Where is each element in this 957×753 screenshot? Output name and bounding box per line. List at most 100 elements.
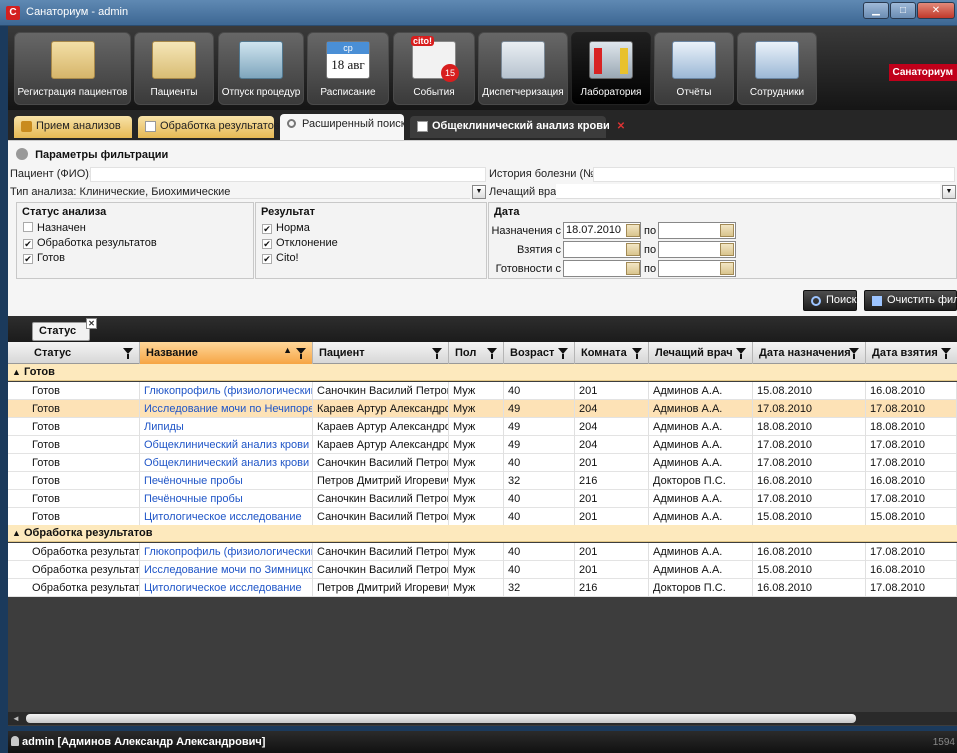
toolbar-patients-button[interactable]: Пациенты — [134, 32, 214, 105]
group-row-processing[interactable]: ▲ Обработка результатов — [8, 525, 957, 542]
grid-header: Статус Название ▲ Пациент Пол Возраст Ком… — [8, 342, 957, 364]
calendar-icon[interactable] — [626, 224, 640, 237]
close-tab-icon[interactable]: ✕ — [617, 121, 625, 132]
analysis-link[interactable]: Глюкопрофиль (физиологический тест) — [140, 382, 313, 400]
filter-funnel-icon[interactable] — [558, 348, 568, 359]
table-cell: Саночкин Василий Петрович — [313, 490, 449, 508]
collapse-arrow-icon[interactable]: ▲ — [12, 528, 24, 538]
filter-panel: Параметры фильтрации Пациент (ФИО): Исто… — [8, 140, 957, 316]
table-cell: Муж — [449, 579, 504, 597]
chevron-down-icon[interactable]: ▼ — [472, 185, 486, 199]
status-assigned-checkbox[interactable]: Назначен — [23, 222, 86, 234]
horizontal-scrollbar[interactable]: ◄ — [8, 712, 957, 725]
toolbar-procedures-button[interactable]: Отпуск процедур — [218, 32, 304, 105]
date-filter-group: Дата Назначения с 18.07.2010 по Взятия с… — [488, 202, 957, 279]
toolbar-events-button[interactable]: cito! 15 События — [393, 32, 475, 105]
tab-result-processing[interactable]: Обработка результатов — [138, 116, 280, 138]
result-deviation-checkbox[interactable]: ✔ Отклонение — [262, 237, 338, 249]
filter-funnel-icon[interactable] — [849, 348, 859, 359]
filter-funnel-icon[interactable] — [123, 348, 133, 359]
collapse-arrow-icon[interactable]: ▲ — [12, 367, 24, 377]
status-processing-checkbox[interactable]: ✔ Обработка результатов — [23, 237, 157, 249]
column-header-doctor[interactable]: Лечащий врач — [649, 342, 753, 364]
table-row[interactable]: Готов Печёночные пробы Петров Дмитрий Игор… — [8, 472, 957, 490]
calendar-icon[interactable] — [626, 262, 640, 275]
toolbar-reports-button[interactable]: Отчёты — [654, 32, 734, 105]
filter-funnel-icon[interactable] — [941, 348, 951, 359]
minimize-icon[interactable]: ▁ — [863, 2, 889, 19]
tab-blood-analysis[interactable]: Общеклинический анализ крови ✕ — [410, 116, 625, 138]
search-button[interactable]: Поиск — [803, 290, 857, 311]
table-cell: 15.08.2010 — [753, 508, 866, 526]
analysis-link[interactable]: Печёночные пробы — [140, 472, 313, 490]
calendar-icon[interactable] — [720, 224, 734, 237]
patient-input[interactable] — [90, 167, 486, 182]
status-ready-checkbox[interactable]: ✔ Готов — [23, 252, 65, 264]
analysis-link[interactable]: Липиды — [140, 418, 313, 436]
history-input[interactable] — [593, 167, 955, 182]
analysis-link[interactable]: Печёночные пробы — [140, 490, 313, 508]
calendar-icon[interactable] — [720, 262, 734, 275]
result-cito-checkbox[interactable]: ✔ Cito! — [262, 252, 299, 264]
close-icon[interactable]: ✕ — [917, 2, 955, 19]
table-cell: 216 — [575, 579, 649, 597]
toolbar-staff-button[interactable]: Сотрудники — [737, 32, 817, 105]
filter-funnel-icon[interactable] — [432, 348, 442, 359]
group-by-status-tag[interactable]: Статус ✕ — [32, 318, 97, 341]
column-header-name[interactable]: Название ▲ — [140, 342, 313, 364]
column-header-status[interactable]: Статус — [28, 342, 140, 364]
doctor-label: Лечащий врач: — [489, 186, 565, 198]
maximize-icon[interactable]: □ — [890, 2, 916, 19]
clear-filter-button[interactable]: Очистить фильтр — [864, 290, 957, 311]
toolbar-laboratory-button[interactable]: Лаборатория — [571, 32, 651, 105]
analysis-type-select[interactable] — [70, 184, 470, 199]
table-row[interactable]: Готов Исследование мочи по Нечипоренко Кар… — [8, 400, 957, 418]
table-row[interactable]: Обработка результатов Глюкопрофиль (физио… — [8, 543, 957, 561]
analysis-link[interactable]: Общеклинический анализ крови — [140, 454, 313, 472]
filter-funnel-icon[interactable] — [632, 348, 642, 359]
table-row[interactable]: ГотовГлюкопрофиль (физиологический тест)… — [8, 382, 957, 400]
group-row-ready[interactable]: ▲ Готов — [8, 364, 957, 381]
tab-sample-reception[interactable]: Прием анализов — [14, 116, 132, 138]
column-header-taken-date[interactable]: Дата взятия — [866, 342, 957, 364]
analysis-link[interactable]: Исследование мочи по Нечипоренко — [140, 400, 313, 418]
analysis-link[interactable]: Цитологическое исследование — [140, 508, 313, 526]
analysis-link[interactable]: Исследование мочи по Зимницкому — [140, 561, 313, 579]
procedures-icon — [239, 41, 283, 79]
analysis-link[interactable]: Глюкопрофиль (физиологический тест) — [140, 543, 313, 561]
calendar-icon[interactable] — [720, 243, 734, 256]
tab-advanced-search[interactable]: Расширенный поиск — [280, 114, 406, 140]
column-header-patient[interactable]: Пациент — [313, 342, 449, 364]
calendar-icon[interactable] — [626, 243, 640, 256]
table-row[interactable]: Обработка результатов Исследование мочи п… — [8, 561, 957, 579]
column-header-assigned-date[interactable]: Дата назначения — [753, 342, 866, 364]
result-normal-checkbox[interactable]: ✔ Норма — [262, 222, 310, 234]
toolbar-schedule-button[interactable]: ср 18 авг Расписание — [307, 32, 389, 105]
scroll-left-icon[interactable]: ◄ — [12, 714, 20, 723]
column-header-room[interactable]: Комната — [575, 342, 649, 364]
table-row[interactable]: Готов Цитологическое исследование Саночкин… — [8, 508, 957, 526]
table-cell: Готов — [28, 436, 140, 454]
filter-funnel-icon[interactable] — [487, 348, 497, 359]
scrollbar-thumb[interactable] — [26, 714, 856, 723]
filter-panel-header[interactable]: Параметры фильтрации — [16, 148, 168, 161]
filter-funnel-icon[interactable] — [296, 348, 306, 359]
chevron-down-icon[interactable]: ▼ — [942, 185, 956, 199]
analysis-link[interactable]: Общеклинический анализ крови — [140, 436, 313, 454]
toolbar-dispatch-button[interactable]: Диспетчеризация — [478, 32, 568, 105]
analysis-link[interactable]: Цитологическое исследование — [140, 579, 313, 597]
table-row[interactable]: Готов Общеклинический анализ крови Саночки… — [8, 454, 957, 472]
table-row[interactable]: Обработка результатов Цитологическое иссл… — [8, 579, 957, 597]
filter-funnel-icon[interactable] — [736, 348, 746, 359]
column-header-age[interactable]: Возраст — [504, 342, 575, 364]
table-row[interactable]: Готов Печёночные пробы Саночкин Василий Пе… — [8, 490, 957, 508]
result-filter-group: Результат ✔ Норма ✔ Отклонение ✔ Cito! — [255, 202, 487, 279]
toolbar-registration-button[interactable]: Регистрация пациентов — [14, 32, 131, 105]
table-row[interactable]: Готов Общеклинический анализ крови Караев … — [8, 436, 957, 454]
calendar-icon: ср 18 авг — [326, 41, 370, 79]
doctor-select[interactable] — [556, 184, 940, 199]
remove-group-icon[interactable]: ✕ — [86, 318, 97, 329]
table-row[interactable]: ГотовЛипидыКараев Артур АлександровичМуж… — [8, 418, 957, 436]
calendar-date-label: 18 авг — [331, 57, 365, 72]
column-header-sex[interactable]: Пол — [449, 342, 504, 364]
